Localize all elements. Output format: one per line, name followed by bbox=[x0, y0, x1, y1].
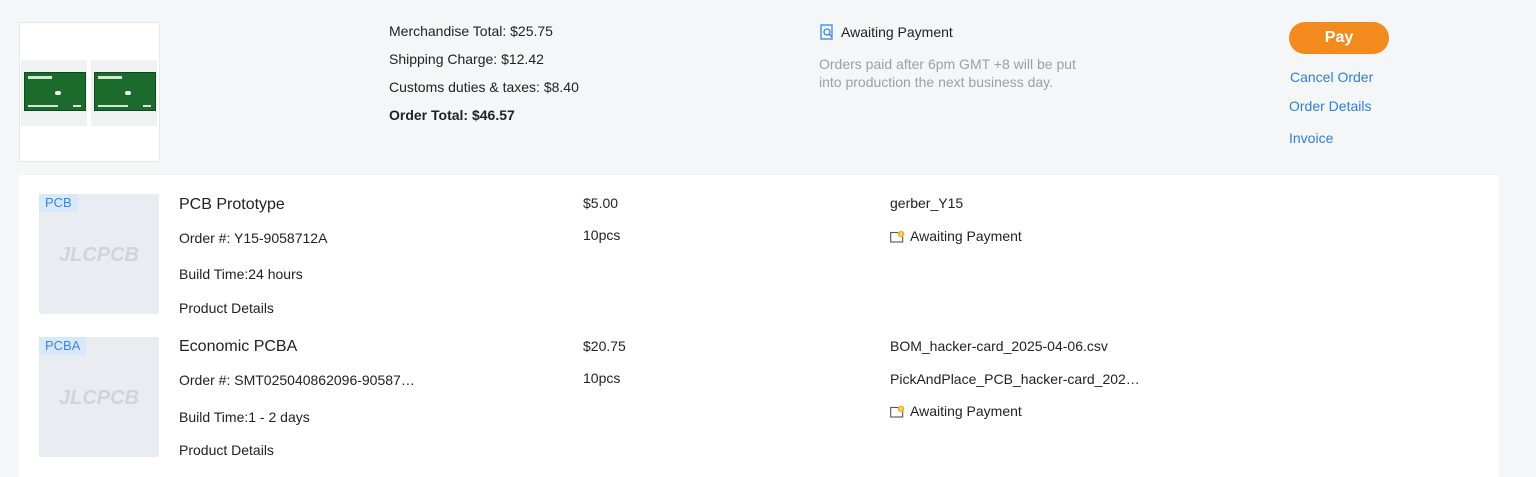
item-quantity: 10pcs bbox=[583, 370, 621, 386]
item-order-number: Order #: Y15-9058712A bbox=[179, 230, 328, 246]
product-details-link[interactable]: Product Details bbox=[179, 442, 274, 458]
items-panel bbox=[19, 175, 1499, 477]
item-thumbnail: PCB JLCPCB bbox=[39, 194, 159, 314]
order-total: Order Total: $46.57 bbox=[389, 107, 515, 123]
item-title: Economic PCBA bbox=[179, 338, 298, 355]
customs-duties: Customs duties & taxes: $8.40 bbox=[389, 79, 579, 95]
document-search-icon bbox=[820, 24, 833, 40]
item-quantity: 10pcs bbox=[583, 227, 621, 243]
item-price: $5.00 bbox=[583, 195, 619, 211]
pcb-bottom-image bbox=[91, 60, 157, 126]
wallet-icon bbox=[890, 405, 905, 418]
order-status: Awaiting Payment bbox=[819, 24, 953, 40]
item-type-tag: PCBA bbox=[39, 337, 87, 355]
shipping-charge: Shipping Charge: $12.42 bbox=[389, 51, 544, 67]
cancel-order-link[interactable]: Cancel Order bbox=[1290, 69, 1373, 85]
item-status-text: Awaiting Payment bbox=[910, 228, 1022, 244]
item-type-tag: PCB bbox=[39, 194, 78, 212]
wallet-icon bbox=[890, 230, 905, 243]
item-file[interactable]: BOM_hacker-card_2025-04-06.csv bbox=[890, 338, 1108, 354]
item-build-time: Build Time:24 hours bbox=[179, 266, 303, 282]
order-thumbnail bbox=[19, 22, 160, 162]
order-details-link[interactable]: Order Details bbox=[1289, 98, 1371, 114]
item-status: Awaiting Payment bbox=[890, 228, 1022, 244]
invoice-link[interactable]: Invoice bbox=[1289, 130, 1333, 146]
item-price: $20.75 bbox=[583, 338, 626, 354]
item-build-time: Build Time:1 - 2 days bbox=[179, 409, 310, 425]
jlcpcb-logo: JLCPCB bbox=[58, 387, 139, 409]
product-details-link[interactable]: Product Details bbox=[179, 300, 274, 316]
item-thumbnail: PCBA JLCPCB bbox=[39, 337, 159, 457]
item-order-number: Order #: SMT025040862096-90587… bbox=[179, 372, 415, 388]
status-text: Awaiting Payment bbox=[841, 24, 953, 40]
merchandise-total: Merchandise Total: $25.75 bbox=[389, 23, 553, 39]
item-file[interactable]: PickAndPlace_PCB_hacker-card_202… bbox=[890, 371, 1140, 387]
item-status: Awaiting Payment bbox=[890, 403, 1022, 419]
item-status-text: Awaiting Payment bbox=[910, 403, 1022, 419]
pay-button[interactable]: Pay bbox=[1289, 22, 1389, 54]
jlcpcb-logo: JLCPCB bbox=[58, 244, 139, 266]
pcb-top-image bbox=[21, 60, 87, 126]
item-file[interactable]: gerber_Y15 bbox=[890, 195, 963, 211]
production-note: Orders paid after 6pm GMT +8 will be put… bbox=[819, 56, 1076, 90]
item-title: PCB Prototype bbox=[179, 196, 285, 213]
